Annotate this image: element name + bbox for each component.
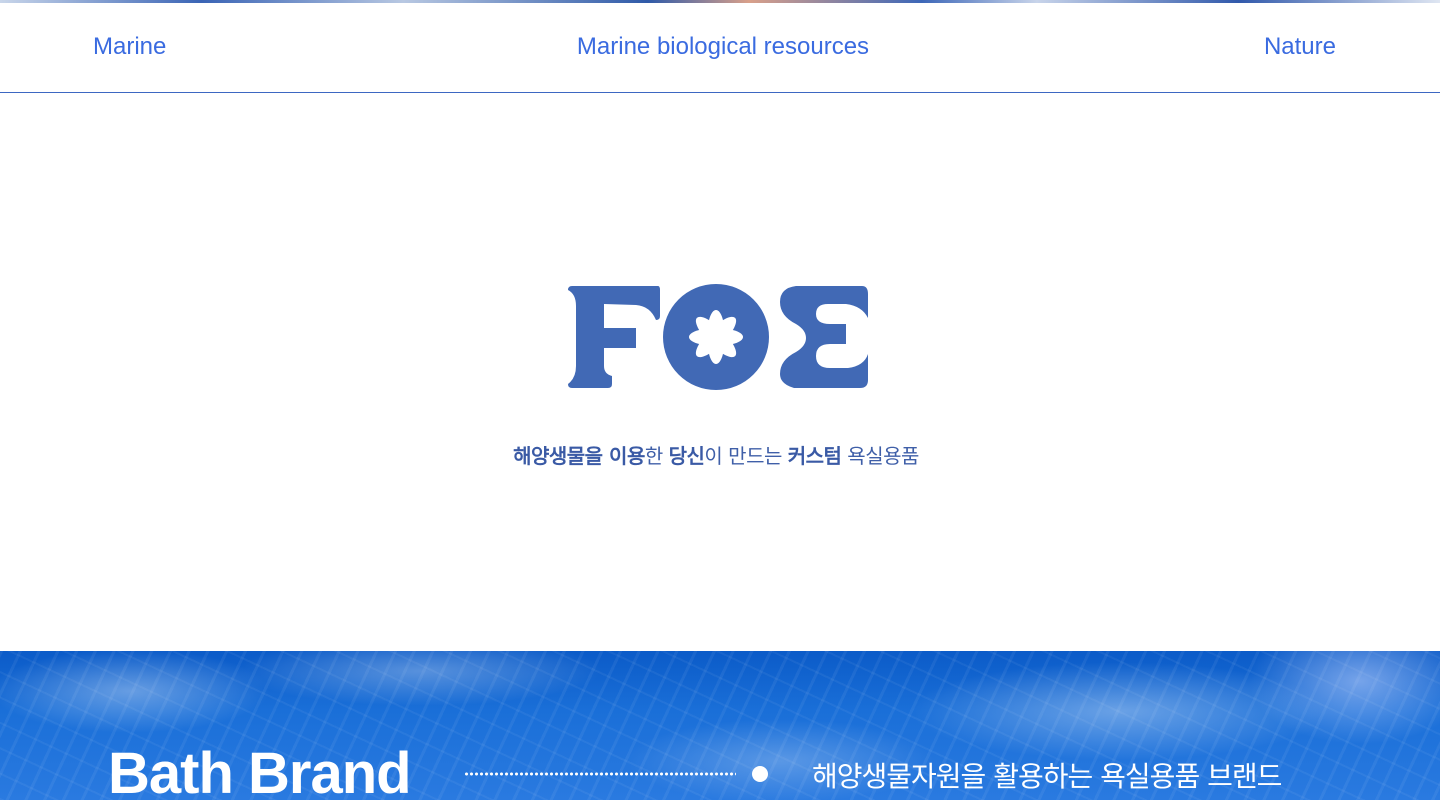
- tagline-bold-1: 해양생물을 이용: [513, 444, 645, 468]
- flower-icon: [689, 310, 743, 364]
- nav-link-marine-biological-resources[interactable]: Marine biological resources: [0, 33, 1440, 61]
- tagline: 해양생물을 이용한 당신이 만드는 커스텀 욕실용품: [0, 440, 1432, 469]
- tagline-text-2: 한: [644, 444, 669, 468]
- banner-title: Bath Brand: [108, 741, 412, 800]
- tagline-text-4: 이 만드는: [704, 444, 788, 468]
- tagline-bold-5: 커스텀: [787, 444, 842, 468]
- nav-link-nature[interactable]: Nature: [1264, 33, 1336, 61]
- tagline-text-6: 욕실용품: [841, 444, 919, 468]
- logo-letter-f: [568, 286, 660, 388]
- dotted-divider: [464, 772, 736, 776]
- logo-letter-e: [780, 286, 868, 388]
- banner-description: 해양생물자원을 활용하는 욕실용품 브랜드: [812, 760, 1282, 793]
- tagline-bold-3: 당신: [668, 444, 705, 468]
- ocean-banner: Bath Brand 해양생물자원을 활용하는 욕실용품 브랜드: [0, 651, 1440, 800]
- top-nav: Marine Marine biological resources Natur…: [0, 3, 1440, 93]
- foe-logo: [568, 284, 868, 390]
- bullet-dot: [752, 766, 768, 782]
